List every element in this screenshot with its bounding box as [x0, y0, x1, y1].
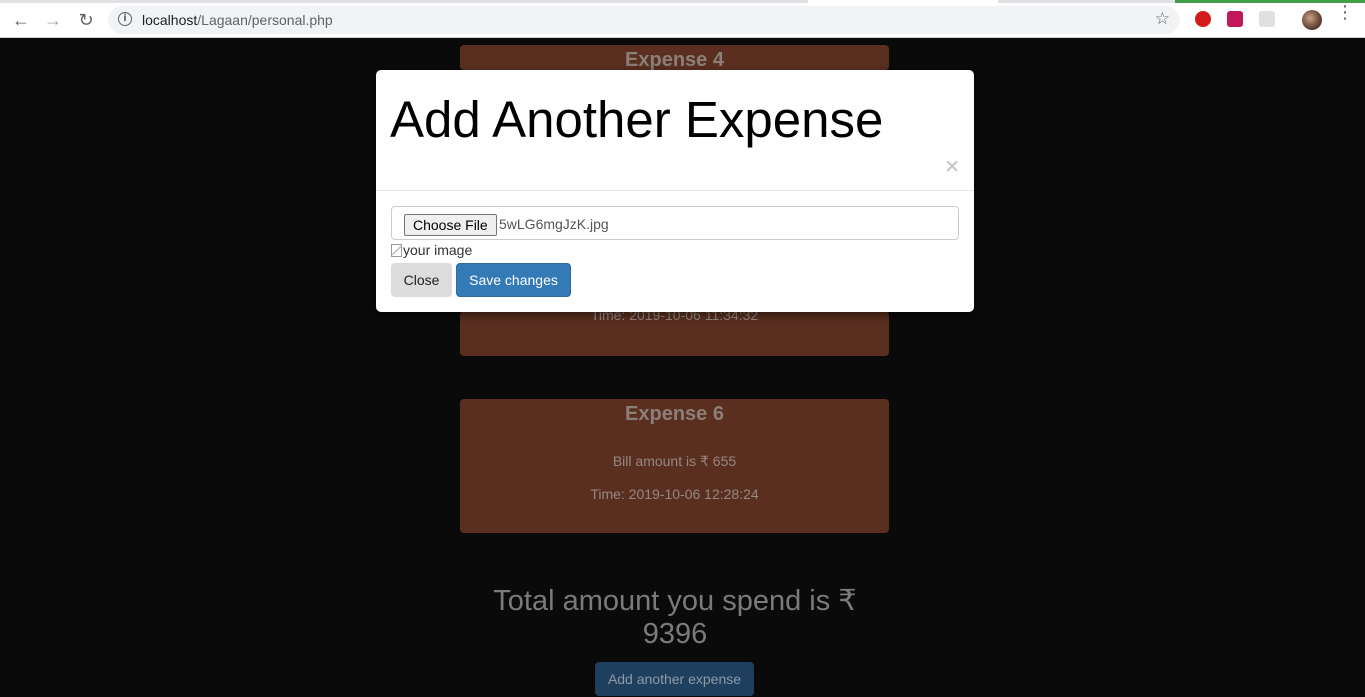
browser-menu-icon[interactable]: ⋮: [1336, 3, 1354, 21]
broken-image-icon: [391, 243, 402, 257]
modal-header: Add Another Expense ×: [376, 70, 974, 191]
add-expense-modal: Add Another Expense × Choose File 5wLG6m…: [376, 70, 974, 312]
total-label: Total amount you spend is ₹: [493, 585, 857, 617]
expense-amount: Bill amount is ₹ 655: [612, 453, 737, 469]
save-changes-button[interactable]: Save changes: [456, 263, 571, 297]
expense-card-6: Expense 6 Bill amount is ₹ 655 Time: 201…: [460, 399, 889, 533]
file-input[interactable]: Choose File 5wLG6mgJzK.jpg: [391, 206, 959, 240]
extension-grid-icon[interactable]: [1259, 11, 1275, 27]
expense-title: Expense 6: [625, 403, 724, 425]
choose-file-button[interactable]: Choose File: [404, 214, 497, 236]
browser-toolbar: ← → ↻ i localhost/Lagaan/personal.php ☆ …: [0, 0, 1365, 38]
url-host: localhost: [142, 12, 198, 28]
file-name: 5wLG6mgJzK.jpg: [499, 216, 609, 232]
extension-media-icon[interactable]: [1227, 11, 1243, 27]
back-arrow-icon[interactable]: ←: [9, 8, 33, 32]
expense-card-4: Expense 4: [460, 45, 889, 70]
close-button[interactable]: Close: [391, 263, 452, 297]
expense-title: Expense 4: [625, 49, 724, 70]
active-tab-indicator: [808, 0, 998, 3]
total-value: 9396: [642, 618, 708, 650]
image-preview: your image: [391, 242, 472, 258]
modal-title: Add Another Expense: [390, 91, 884, 148]
total-amount: Total amount you spend is ₹ 9396: [470, 585, 880, 651]
bookmark-star-icon[interactable]: ☆: [1155, 9, 1170, 29]
info-icon[interactable]: i: [118, 12, 132, 26]
reload-icon[interactable]: ↻: [74, 8, 98, 32]
forward-arrow-icon[interactable]: →: [41, 8, 65, 32]
address-bar[interactable]: i localhost/Lagaan/personal.php ☆: [108, 6, 1180, 34]
close-icon[interactable]: ×: [944, 155, 960, 177]
url-path: /Lagaan/personal.php: [197, 12, 333, 28]
url-text[interactable]: localhost/Lagaan/personal.php: [142, 12, 333, 28]
image-alt-text: your image: [403, 242, 473, 258]
extension-stop-icon[interactable]: [1195, 11, 1211, 27]
tab-strip: [0, 0, 1365, 3]
profile-avatar[interactable]: [1302, 10, 1322, 30]
expense-card-5: Time: 2019-10-06 11:34:32: [460, 307, 889, 356]
add-expense-button[interactable]: Add another expense: [595, 662, 754, 696]
expense-time: Time: 2019-10-06 12:28:24: [590, 486, 759, 502]
